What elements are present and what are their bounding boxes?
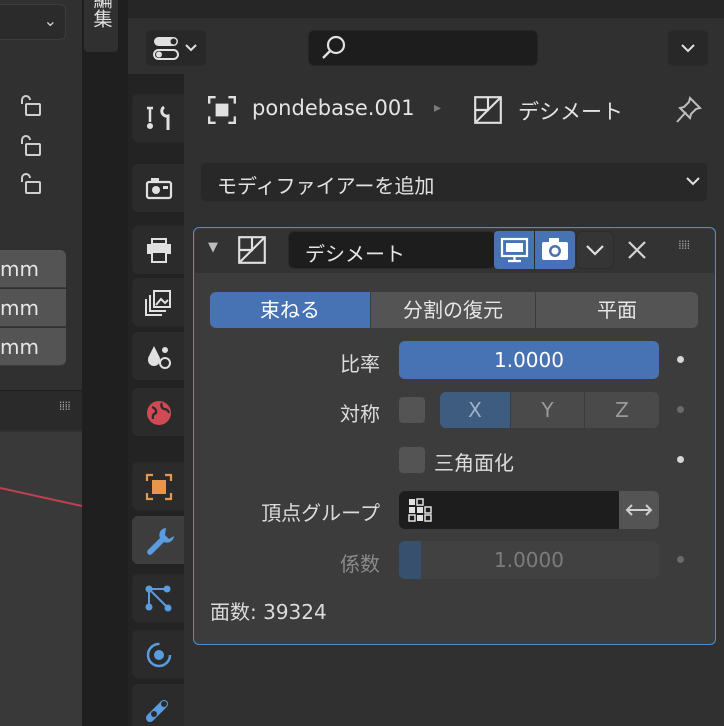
search-input[interactable] [308,30,538,66]
mode-unsubdivide-button[interactable]: 分割の復元 [371,292,535,328]
pin-icon[interactable] [674,94,704,126]
view-layer-icon [145,290,171,316]
factor-value: 1.0000 [494,548,564,572]
chevron-down-icon: ⌄ [43,11,57,30]
search-icon [322,35,346,59]
tab-constraints[interactable] [132,684,184,726]
modifier-extras-dropdown[interactable] [576,231,614,269]
breadcrumb-separator-icon: ▸ [434,100,442,116]
axis-x-button[interactable]: X [440,392,510,428]
tab-render[interactable] [132,164,184,212]
area-divider[interactable]: ⁞⁞⁞⁞ [0,390,82,430]
triangulate-label: 三角面化 [434,451,514,475]
face-count-text: 面数: 39324 [210,600,327,624]
symmetry-checkbox[interactable] [399,397,425,423]
keyframe-dot-icon[interactable] [677,406,684,413]
tab-particles[interactable] [132,574,184,622]
dimension-field[interactable]: mm [0,289,66,327]
show-in-viewport-toggle[interactable] [494,231,535,269]
breadcrumb-object-name: pondebase.001 [252,96,415,120]
vertex-group-label: 頂点グループ [261,501,380,525]
factor-label: 係数 [340,552,380,576]
physics-icon [146,642,172,668]
tab-scene[interactable] [132,332,184,380]
modifier-name-text: デシメート [305,242,405,266]
modifier-icon [147,528,174,555]
remove-modifier-button[interactable] [622,233,652,267]
render-icon [145,178,173,200]
unlocked-icon[interactable] [16,134,46,158]
ratio-slider[interactable]: 1.0000 [399,341,659,379]
add-modifier-dropdown[interactable]: モディファイアーを追加 [200,162,708,202]
vertex-group-field[interactable] [399,491,619,529]
drag-handle-icon[interactable]: ⁞⁞⁞⁞ [678,238,690,252]
tab-view-layer[interactable] [132,278,184,326]
factor-slider[interactable]: 1.0000 [399,541,659,579]
tool-icon [147,105,170,130]
dimension-field[interactable]: mm [0,328,66,366]
scene-icon [148,346,171,369]
object-icon [145,473,173,501]
show-in-render-toggle[interactable] [535,231,575,269]
invert-vertex-group-button[interactable] [619,491,659,529]
chevron-down-icon [586,245,604,256]
chevron-down-icon [681,44,695,53]
editor-top-border [128,0,724,18]
triangulate-checkbox[interactable] [399,447,425,473]
invert-arrows-icon [625,504,653,516]
decimate-icon [238,236,266,264]
keyframe-dot-icon[interactable] [677,556,684,563]
chevron-down-icon [686,177,700,186]
axis-y-button[interactable]: Y [511,392,584,428]
tab-physics[interactable] [132,630,184,678]
breadcrumb: pondebase.001 ▸ デシメート [198,86,718,134]
dimension-field[interactable]: mm [0,250,66,288]
tab-modifier[interactable] [132,516,184,564]
vertex-group-icon [408,498,432,522]
object-icon [208,96,236,124]
axis-z-button[interactable]: Z [585,392,659,428]
editor-type-button[interactable] [146,30,206,66]
breadcrumb-modifier-name: デシメート [518,100,623,124]
tab-edit[interactable]: 編集 [84,0,118,52]
tab-output[interactable] [132,226,184,274]
modifier-name-input[interactable]: デシメート [288,231,496,269]
tab-world[interactable] [132,388,184,436]
tab-edit-label: 編集 [90,0,113,28]
axis-line [0,487,82,507]
camera-icon [542,238,568,260]
mode-planar-button[interactable]: 平面 [536,292,698,328]
monitor-icon [500,237,529,263]
keyframe-dot-icon[interactable] [677,456,684,463]
unlocked-icon[interactable] [16,172,46,196]
particles-icon [145,585,172,612]
mode-collapse-button[interactable]: 束ねる [210,292,370,328]
ratio-label: 比率 [340,352,380,376]
world-icon [147,401,171,425]
grip-icon[interactable]: ⁞⁞⁞⁞ [59,399,71,413]
header-options-button[interactable] [668,30,708,66]
constraints-icon [146,700,168,722]
properties-editor-icon [153,37,197,60]
add-modifier-label: モディファイアーを追加 [217,174,435,198]
close-icon [628,241,646,259]
factor-slider-fill [399,541,421,579]
left-dropdown[interactable]: ⌄ [0,4,66,40]
output-icon [147,238,171,263]
tab-object[interactable] [132,462,184,510]
sidebar-tab-strip [82,0,128,726]
decimate-modifier-panel [193,227,716,645]
symmetry-label: 対称 [340,402,380,426]
keyframe-dot-icon[interactable] [677,356,684,363]
collapse-arrow-icon[interactable]: ▼ [208,240,218,255]
3d-viewport[interactable] [0,432,82,726]
unlocked-icon[interactable] [16,94,46,118]
decimate-icon [474,96,502,124]
tab-tool[interactable] [132,94,184,142]
